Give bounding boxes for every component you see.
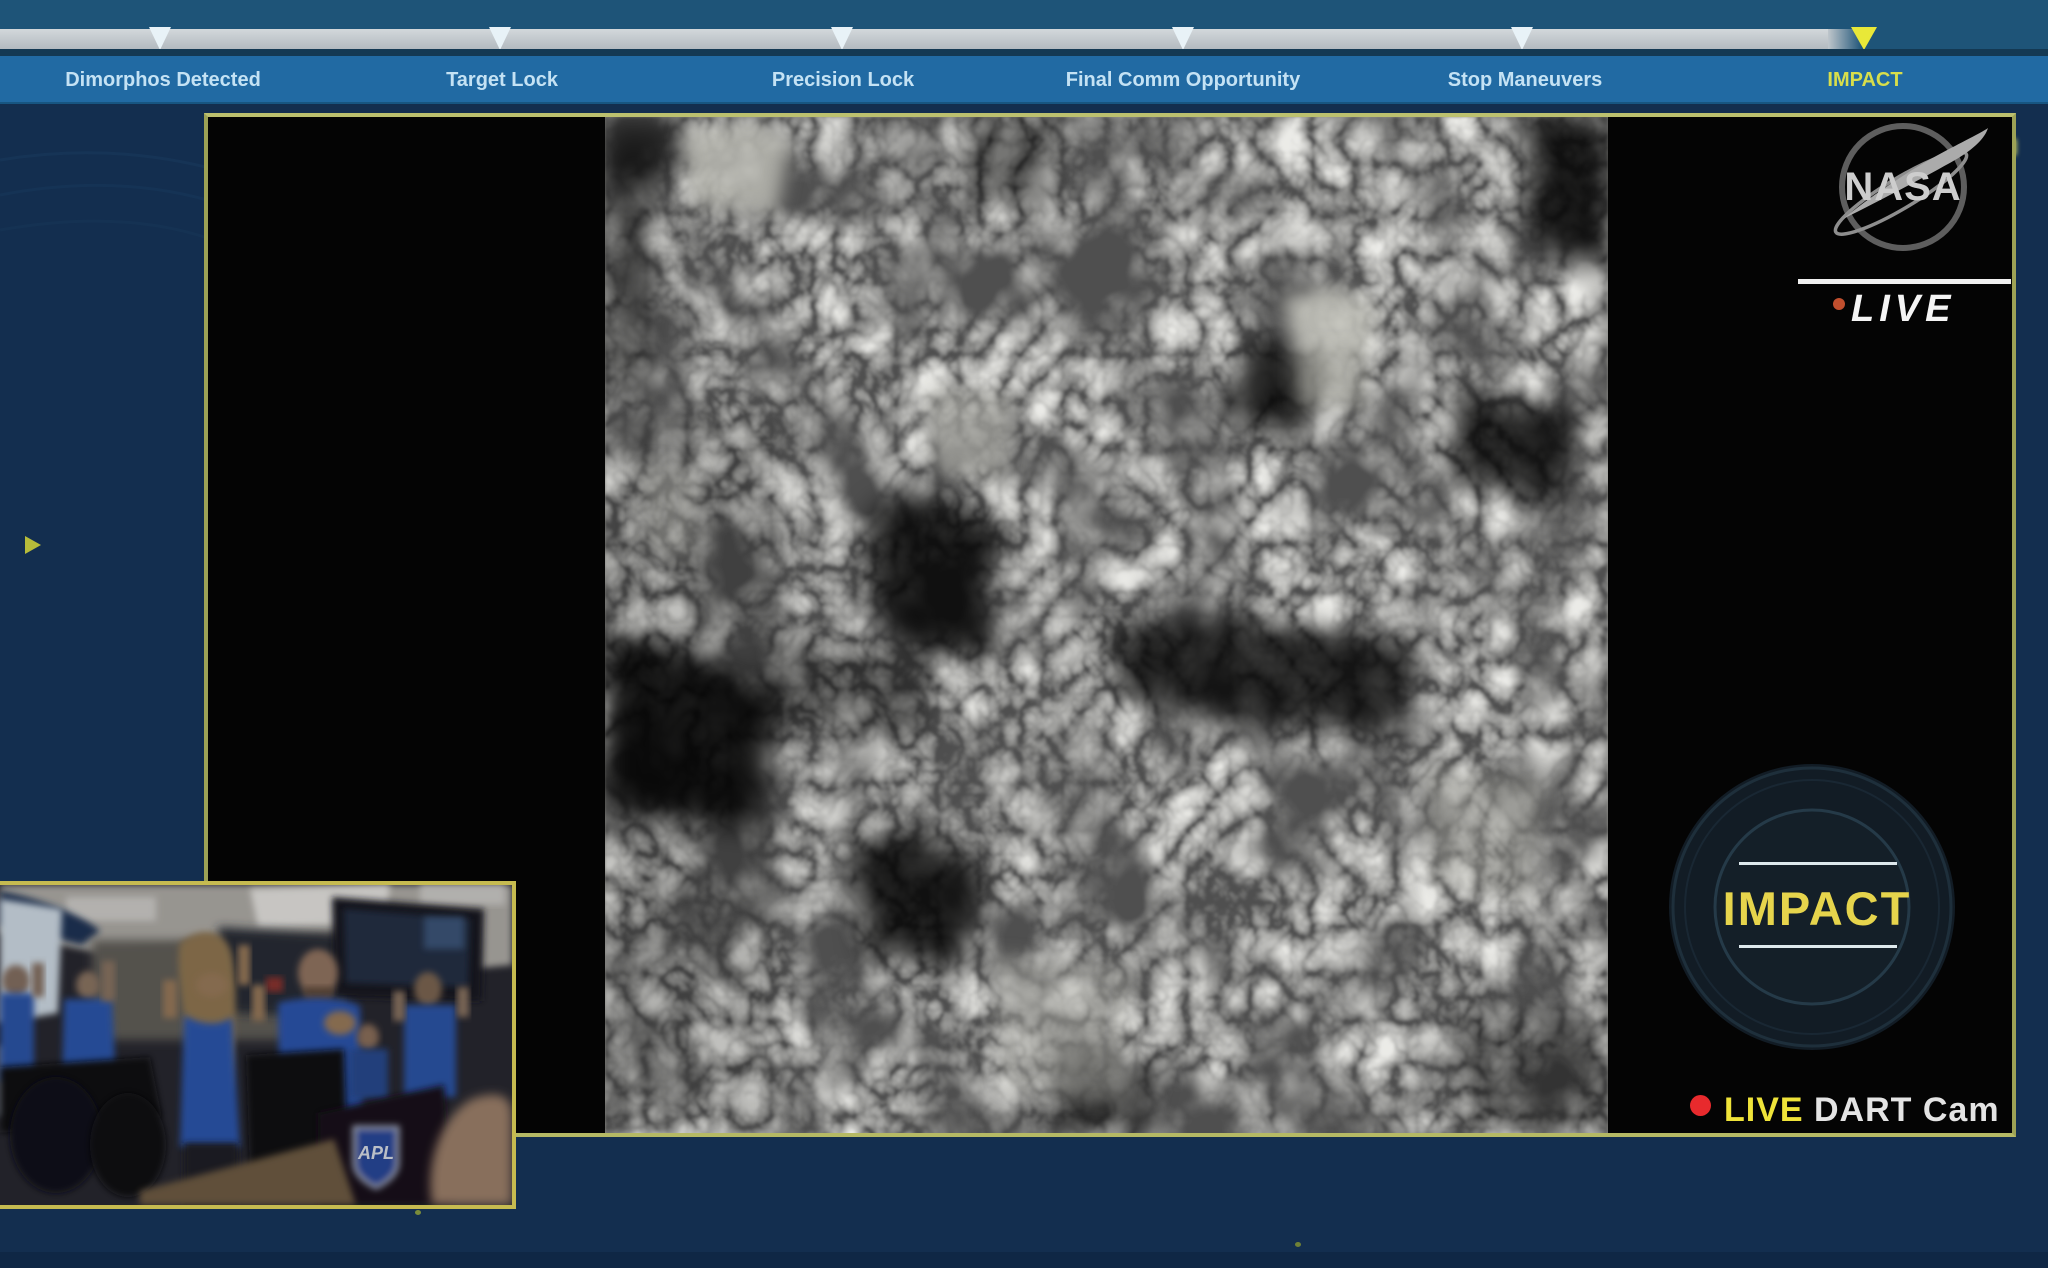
svg-text:NASA: NASA [1844,165,1961,209]
